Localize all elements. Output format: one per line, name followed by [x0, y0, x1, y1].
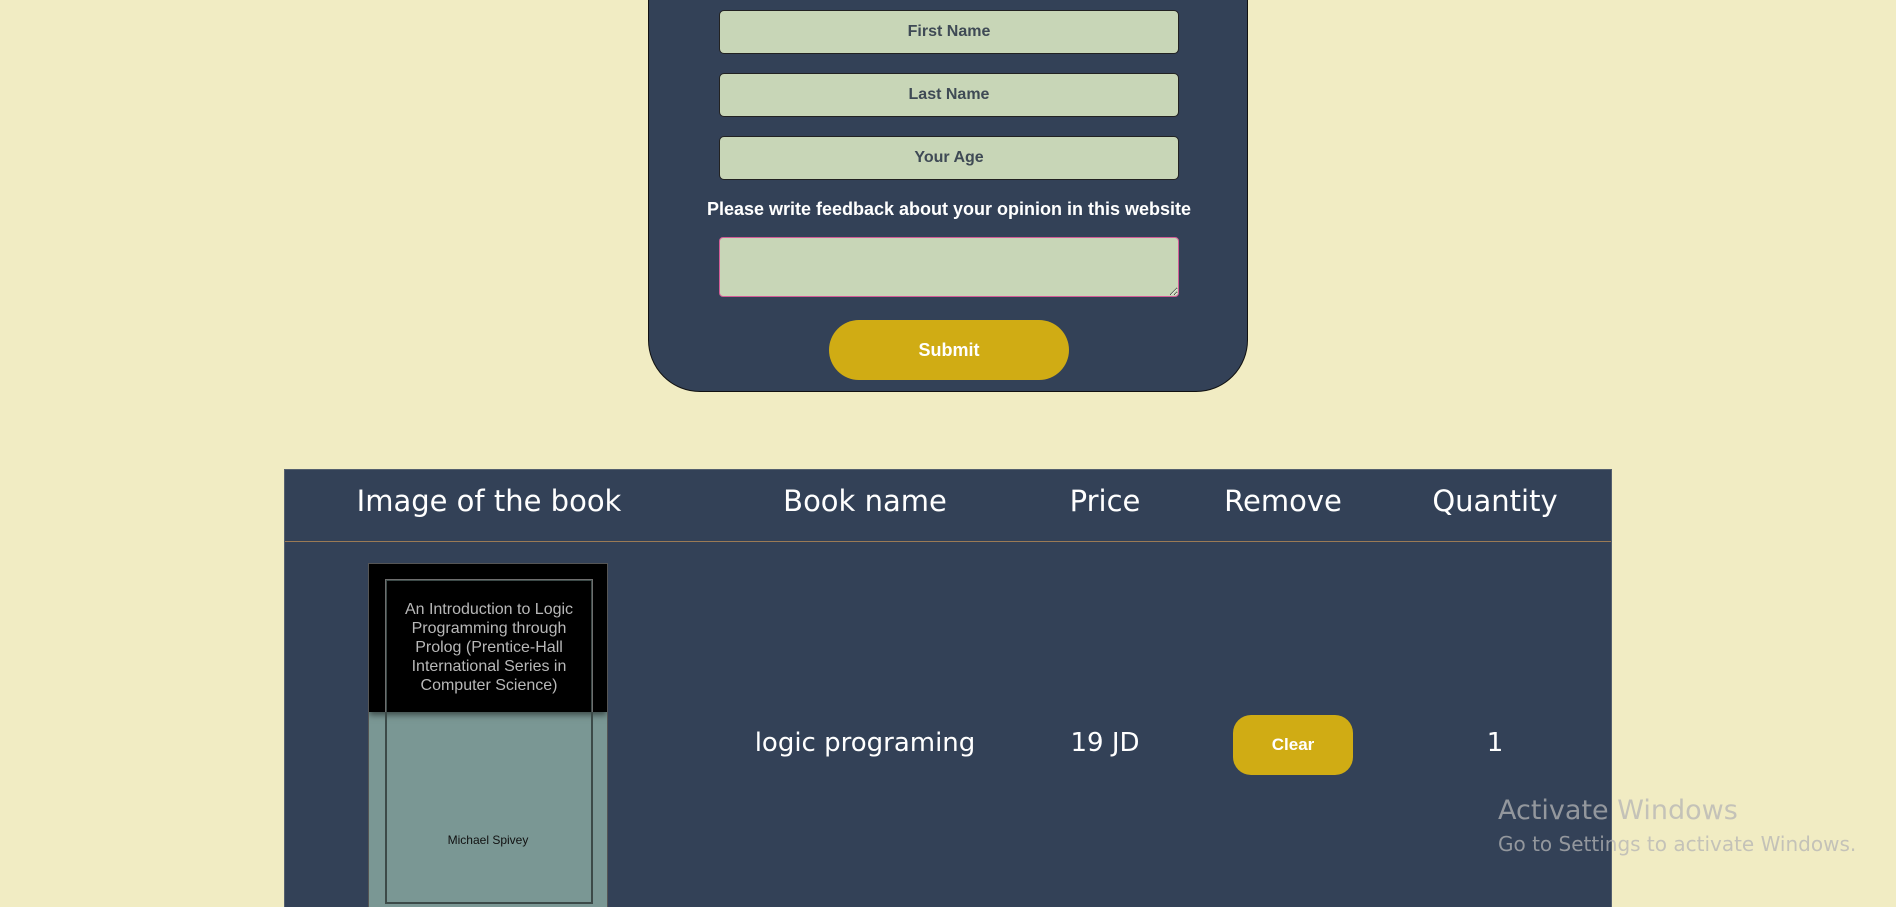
watermark-title: Activate Windows	[1498, 795, 1738, 826]
activate-windows-watermark: Activate Windows Go to Settings to activ…	[1498, 795, 1856, 856]
first-name-input[interactable]	[719, 10, 1179, 54]
cart-table: Image of the book Book name Price Remove…	[284, 469, 1612, 907]
feedback-form: Please write feedback about your opinion…	[648, 0, 1248, 392]
clear-button[interactable]: Clear	[1233, 715, 1353, 775]
cover-author: Michael Spivey	[447, 833, 529, 847]
cover-title: An Introduction to Logic Programming thr…	[404, 601, 574, 694]
header-price: Price	[1069, 484, 1141, 518]
age-input[interactable]	[719, 136, 1179, 180]
feedback-textarea[interactable]	[719, 237, 1179, 297]
last-name-input[interactable]	[719, 73, 1179, 117]
header-book-name: Book name	[783, 484, 947, 518]
book-cover-image: An Introduction to Logic Programming thr…	[368, 563, 608, 907]
price-cell: 19 JD	[1070, 728, 1140, 758]
watermark-subtitle: Go to Settings to activate Windows.	[1498, 832, 1857, 856]
book-name-cell: logic programing	[754, 728, 976, 758]
submit-button[interactable]: Submit	[829, 320, 1069, 380]
header-image: Image of the book	[356, 484, 622, 518]
header-remove: Remove	[1224, 484, 1342, 518]
header-quantity: Quantity	[1432, 484, 1558, 518]
table-header: Image of the book Book name Price Remove…	[285, 470, 1611, 542]
quantity-cell: 1	[1486, 728, 1504, 758]
feedback-label: Please write feedback about your opinion…	[706, 199, 1192, 219]
